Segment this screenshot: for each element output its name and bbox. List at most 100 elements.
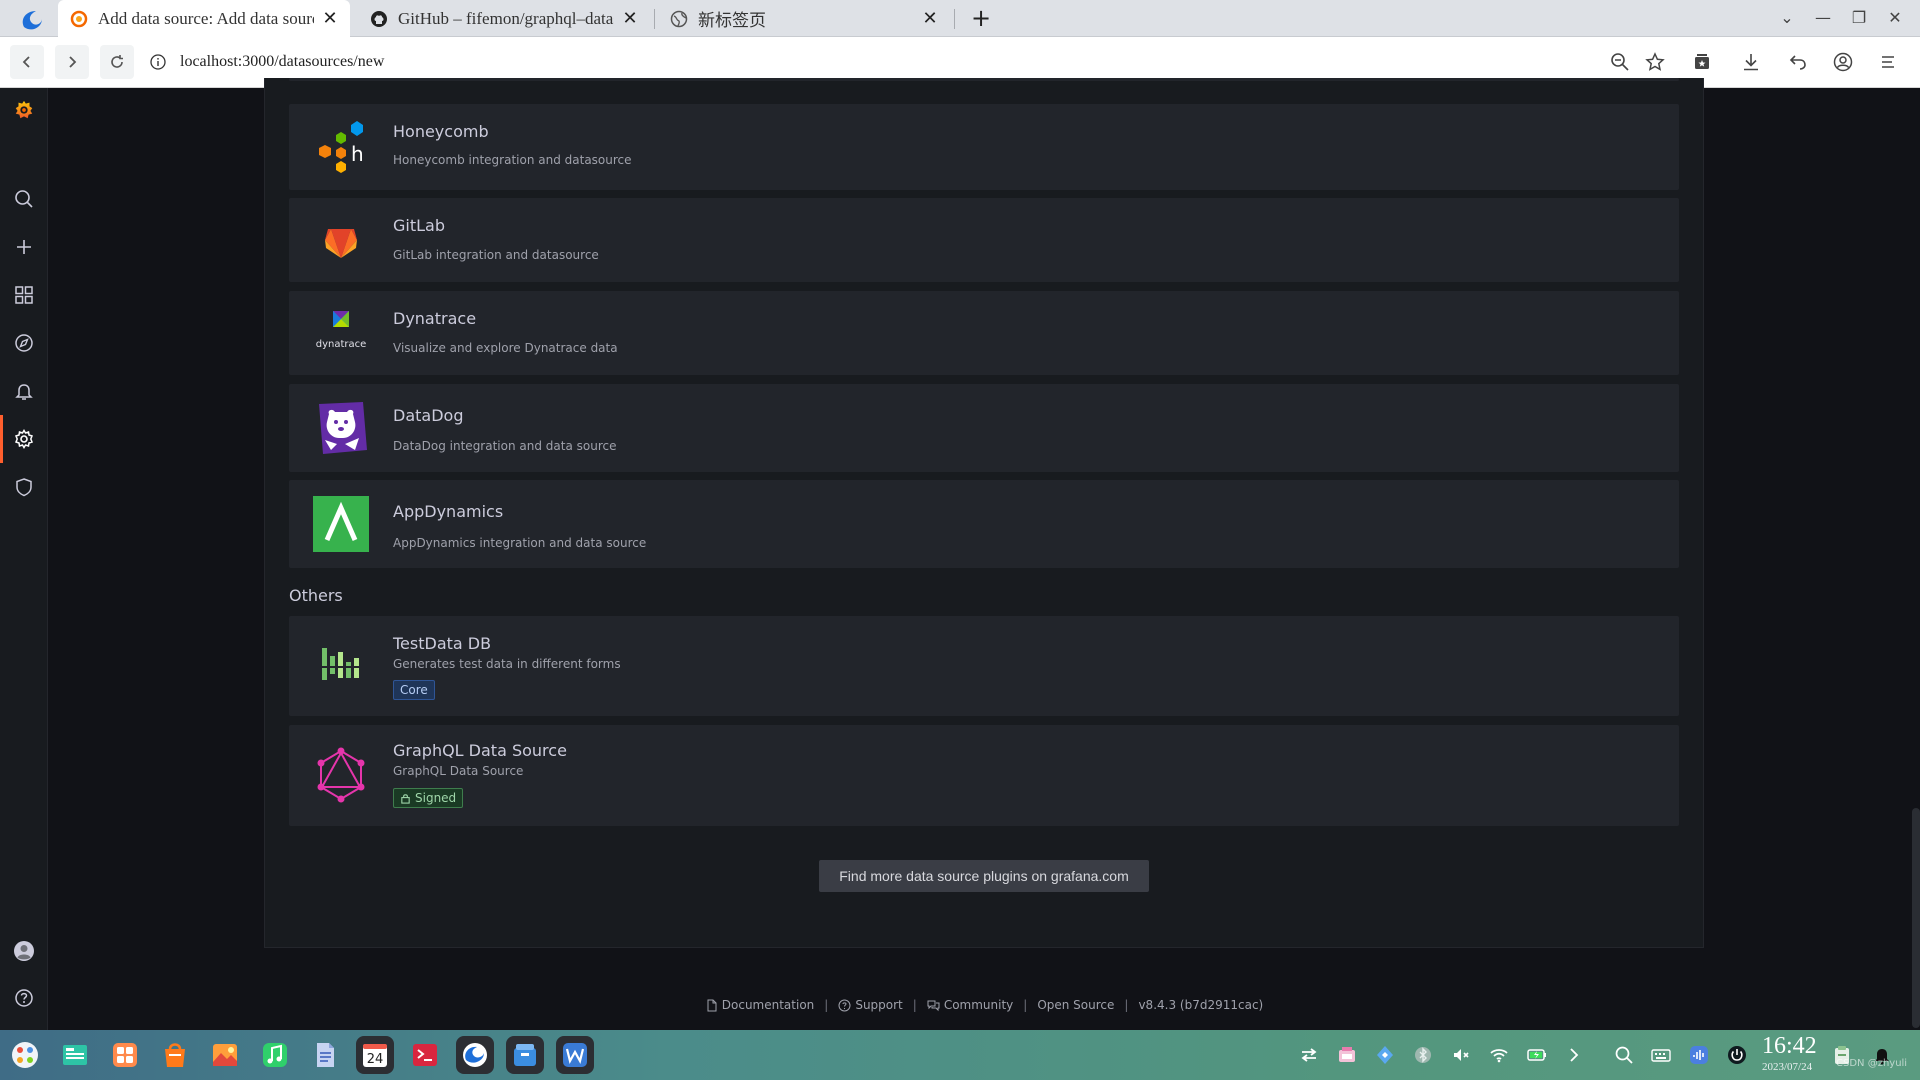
watermark-text: CSDN @zhyuli xyxy=(1836,1058,1908,1069)
info-icon[interactable] xyxy=(150,54,166,70)
configuration-gear-icon[interactable] xyxy=(12,427,36,451)
server-admin-shield-icon[interactable] xyxy=(12,475,36,499)
package-manager-icon[interactable] xyxy=(506,1036,544,1074)
new-tab-button[interactable]: + xyxy=(968,6,994,32)
battery-charging-icon[interactable] xyxy=(1525,1043,1549,1067)
grafana-sidebar xyxy=(0,88,48,1030)
dashboards-icon[interactable] xyxy=(12,283,36,307)
svg-text:h: h xyxy=(351,142,364,166)
datasource-card-partial[interactable] xyxy=(289,78,1679,81)
back-button[interactable] xyxy=(10,45,44,79)
find-more-plugins-button[interactable]: Find more data source plugins on grafana… xyxy=(819,860,1149,892)
user-avatar-icon[interactable] xyxy=(12,939,36,963)
wifi-icon[interactable] xyxy=(1487,1043,1511,1067)
minimize-button[interactable]: — xyxy=(1811,6,1835,30)
dynatrace-logo: dynatrace xyxy=(316,311,367,350)
keyboard-icon[interactable] xyxy=(1649,1043,1673,1067)
undo-icon[interactable] xyxy=(1786,50,1810,74)
datasource-description: Generates test data in different forms xyxy=(393,657,621,671)
reload-icon xyxy=(111,55,123,68)
tab-list-dropdown-icon[interactable]: ⌄ xyxy=(1775,6,1799,30)
voice-input-icon[interactable] xyxy=(1687,1043,1711,1067)
datasource-card-dynatrace[interactable]: dynatrace Dynatrace Visualize and explor… xyxy=(289,291,1679,375)
arrow-right-icon xyxy=(69,56,77,68)
datasource-name: GraphQL Data Source xyxy=(393,741,567,760)
footer-support-link[interactable]: Support xyxy=(838,998,903,1012)
tray-expand-chevron-icon[interactable] xyxy=(1562,1043,1586,1067)
url-text: localhost:3000/datasources/new xyxy=(180,53,385,70)
network-switch-icon[interactable] xyxy=(1297,1043,1321,1067)
footer-separator: | xyxy=(1023,998,1028,1012)
datasource-card-appdynamics[interactable]: AppDynamics AppDynamics integration and … xyxy=(289,480,1679,568)
search-icon[interactable] xyxy=(12,187,36,211)
screenshot-tool-icon[interactable] xyxy=(1335,1043,1359,1067)
tab-github[interactable]: GitHub – fifemon/graphql–datasource ✕ xyxy=(358,0,650,37)
comments-icon xyxy=(927,1000,940,1011)
collections-icon[interactable] xyxy=(1690,50,1714,74)
wps-writer-icon[interactable] xyxy=(556,1036,594,1074)
assistant-icon[interactable] xyxy=(1373,1043,1397,1067)
others-section-title: Others xyxy=(289,586,343,605)
help-icon[interactable] xyxy=(12,986,36,1010)
signed-badge: Signed xyxy=(393,788,464,808)
datasource-card-testdata[interactable]: TestData DB Generates test data in diffe… xyxy=(289,616,1679,716)
testdata-logo xyxy=(320,648,362,680)
datasource-description: GitLab integration and datasource xyxy=(393,248,599,262)
app-store-icon[interactable] xyxy=(106,1036,144,1074)
tab-new-tab-page[interactable]: 新标签页 ✕ xyxy=(658,0,950,37)
footer-documentation-link[interactable]: Documentation xyxy=(705,998,814,1012)
appdynamics-logo xyxy=(313,496,369,552)
footer-community-link[interactable]: Community xyxy=(927,998,1013,1012)
datasource-card-gitlab[interactable]: GitLab GitLab integration and datasource xyxy=(289,198,1679,282)
alerting-bell-icon[interactable] xyxy=(12,379,36,403)
volume-muted-icon[interactable] xyxy=(1449,1043,1473,1067)
dynatrace-logo-text: dynatrace xyxy=(316,339,367,350)
shopping-bag-app-icon[interactable] xyxy=(156,1036,194,1074)
tab-title: 新标签页 xyxy=(698,11,766,30)
power-icon[interactable] xyxy=(1725,1043,1749,1067)
bluetooth-icon[interactable] xyxy=(1411,1043,1435,1067)
explore-compass-icon[interactable] xyxy=(12,331,36,355)
restore-button[interactable]: ❐ xyxy=(1847,6,1871,30)
close-icon[interactable]: ✕ xyxy=(622,9,638,27)
close-window-button[interactable]: ✕ xyxy=(1883,6,1907,30)
reload-button[interactable] xyxy=(100,45,134,79)
close-icon[interactable]: ✕ xyxy=(922,9,938,27)
menu-icon[interactable] xyxy=(1876,50,1900,74)
music-player-icon[interactable] xyxy=(256,1036,294,1074)
zoom-icon[interactable] xyxy=(1608,50,1632,74)
multitask-view-icon[interactable] xyxy=(56,1036,94,1074)
datasource-card-honeycomb[interactable]: h Honeycomb Honeycomb integration and da… xyxy=(289,104,1679,190)
datasource-name: Dynatrace xyxy=(393,309,477,328)
page-scrollbar[interactable] xyxy=(1912,808,1920,1028)
launcher-icon[interactable] xyxy=(6,1036,44,1074)
photo-viewer-icon[interactable] xyxy=(206,1036,244,1074)
profile-icon[interactable] xyxy=(1831,50,1855,74)
question-circle-icon xyxy=(838,999,851,1011)
datasource-card-graphql[interactable]: GraphQL Data Source GraphQL Data Source … xyxy=(289,725,1679,826)
document-viewer-icon[interactable] xyxy=(306,1036,344,1074)
search-tray-icon[interactable] xyxy=(1612,1043,1636,1067)
datasource-name: DataDog xyxy=(393,406,464,425)
terminal-icon[interactable] xyxy=(406,1036,444,1074)
graphql-logo xyxy=(317,747,365,803)
tab-title: GitHub – fifemon/graphql–datasource xyxy=(398,8,614,28)
datasource-description: GraphQL Data Source xyxy=(393,764,524,778)
calendar-icon[interactable]: 24 xyxy=(356,1036,394,1074)
browser-tab-bar: Add data source: Add data source ✕ GitHu… xyxy=(0,0,1920,37)
tab-add-data-source[interactable]: Add data source: Add data source ✕ xyxy=(58,0,350,37)
browser-logo-icon[interactable] xyxy=(18,7,44,33)
forward-button[interactable] xyxy=(55,45,89,79)
clock-time[interactable]: 16:42 xyxy=(1762,1033,1817,1060)
browser-taskbar-icon[interactable] xyxy=(456,1036,494,1074)
document-icon xyxy=(707,999,717,1011)
gitlab-logo xyxy=(325,229,357,258)
bookmark-star-icon[interactable] xyxy=(1643,50,1667,74)
footer-open-source-link[interactable]: Open Source xyxy=(1037,998,1114,1012)
address-bar[interactable]: localhost:3000/datasources/new xyxy=(150,45,1630,79)
create-plus-icon[interactable] xyxy=(12,235,36,259)
grafana-home-logo-icon[interactable] xyxy=(12,98,36,122)
download-icon[interactable] xyxy=(1739,50,1763,74)
close-icon[interactable]: ✕ xyxy=(322,9,338,27)
datasource-card-datadog[interactable]: DataDog DataDog integration and data sou… xyxy=(289,384,1679,472)
